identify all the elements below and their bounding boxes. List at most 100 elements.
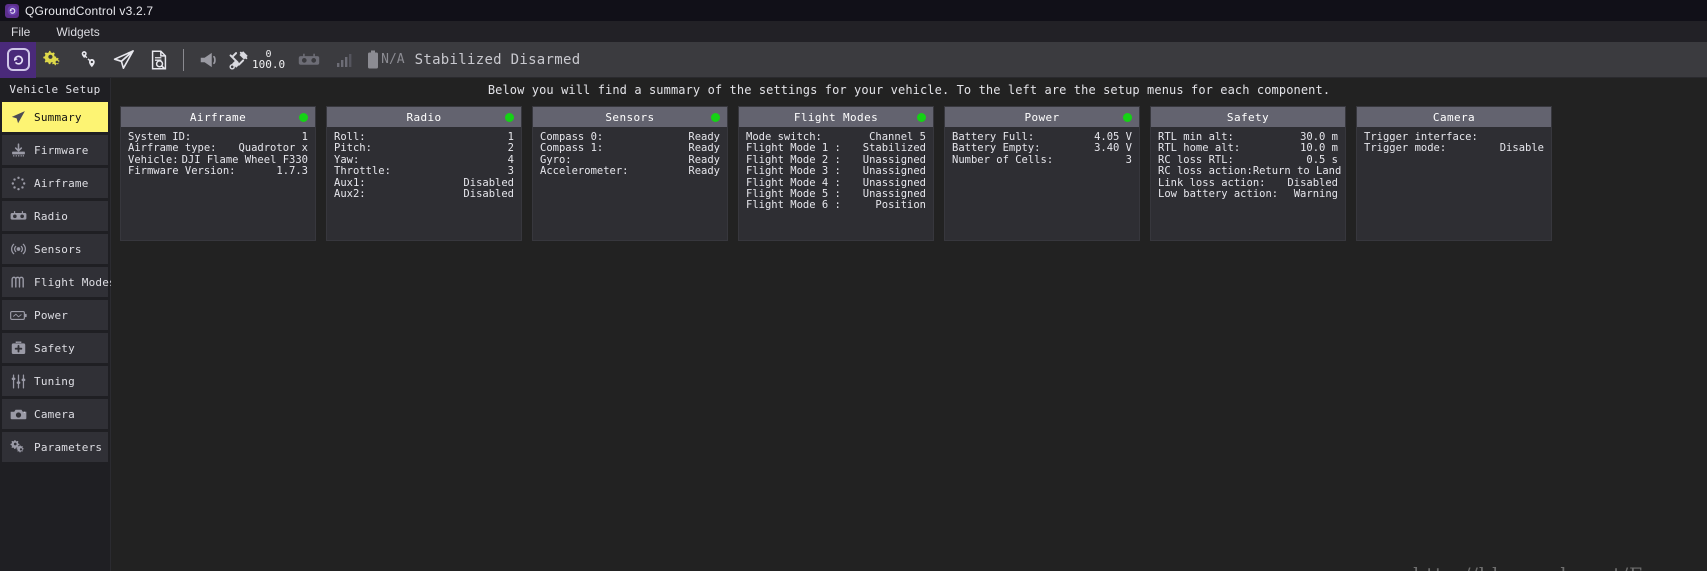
row-value: Ready — [688, 165, 720, 178]
card-header: Power — [945, 107, 1139, 127]
table-row: Aux2: Disabled — [334, 188, 514, 201]
row-key: Accelerometer: — [540, 165, 629, 178]
card-title: Sensors — [605, 110, 655, 124]
table-row: RC loss action: Return to Land — [1158, 165, 1341, 177]
sidebar-item-label: Airframe — [34, 176, 89, 190]
sidebar-item-safety[interactable]: Safety — [2, 333, 108, 363]
summary-panel: Below you will find a summary of the set… — [111, 78, 1707, 571]
row-key: Trigger mode: — [1364, 142, 1447, 155]
card-body: Trigger interface: Trigger mode: Disable — [1357, 127, 1551, 240]
sidebar-item-power[interactable]: Power — [2, 300, 108, 330]
card-title: Power — [1024, 110, 1060, 124]
card-power[interactable]: Power Battery Full: 4.05 V Battery Empty:… — [944, 106, 1140, 241]
card-header: Camera — [1357, 107, 1551, 127]
sidebar-item-label: Tuning — [34, 374, 75, 388]
card-sensors[interactable]: Sensors Compass 0: Ready Compass 1: Ready … — [532, 106, 728, 241]
sidebar-item-tuning[interactable]: Tuning — [2, 366, 108, 396]
card-body: Roll: 1 Pitch: 2 Yaw: 4 Throttle: 3 Aux1: Dis… — [327, 127, 521, 240]
toolbar-messages-megaphone-icon[interactable] — [191, 42, 226, 78]
menu-file[interactable]: File — [8, 24, 33, 40]
table-row: Firmware Version: 1.7.3 — [128, 165, 308, 178]
sidebar-item-label: Camera — [34, 407, 75, 421]
sidebar-item-parameters[interactable]: Parameters — [2, 432, 108, 462]
battery-value: N/A — [381, 52, 405, 67]
quad-rotor-icon — [10, 175, 27, 192]
table-row: Number of Cells: 3 — [952, 154, 1132, 166]
card-flight-modes[interactable]: Flight Modes Mode switch: Channel 5 Fligh… — [738, 106, 934, 241]
toolbar-signal-bars-icon[interactable] — [326, 42, 361, 78]
sidebar-item-airframe[interactable]: Airframe — [2, 168, 108, 198]
summary-cards: Airframe System ID: 1 Airframe type: Quadr… — [111, 97, 1707, 241]
status-ok-indicator — [1123, 113, 1132, 122]
sidebar-item-label: Flight Modes — [34, 275, 116, 289]
toolbar-setup-gears-icon[interactable] — [36, 42, 71, 78]
qgc-home-icon — [6, 48, 30, 71]
sidebar-item-flight-modes[interactable]: Flight Modes — [2, 267, 116, 297]
body: Vehicle Setup Summary Firmware Airframe … — [0, 78, 1707, 571]
status-ok-indicator — [711, 113, 720, 122]
card-airframe[interactable]: Airframe System ID: 1 Airframe type: Quadr… — [120, 106, 316, 241]
table-row: Pitch: 2 — [334, 142, 514, 154]
row-value: Return to Land — [1252, 165, 1342, 178]
toolbar-home-button[interactable] — [0, 41, 36, 78]
row-key: Aux2: — [334, 188, 366, 201]
toolbar-battery-status[interactable]: N/A — [367, 50, 405, 70]
card-title: Radio — [406, 110, 442, 124]
card-title: Flight Modes — [793, 110, 879, 124]
toolbar-fly-icon[interactable] — [106, 42, 141, 78]
row-key: Low battery action: — [1158, 188, 1279, 201]
toolbar-plan-icon[interactable] — [71, 42, 106, 78]
sidebar-item-label: Radio — [34, 209, 69, 223]
sidebar-item-label: Power — [34, 308, 69, 322]
gps-values: 0 100.0 — [252, 49, 286, 71]
row-value: Warning — [1293, 188, 1338, 201]
row-key: Firmware Version: — [128, 165, 236, 178]
summary-hint-text: Below you will find a summary of the set… — [487, 83, 1331, 97]
card-body: Mode switch: Channel 5 Flight Mode 1 : Sta… — [739, 127, 933, 240]
table-row: Trigger mode: Disable — [1364, 142, 1544, 155]
satellite-icon — [229, 50, 248, 70]
status-ok-indicator — [505, 113, 514, 122]
table-row: Flight Mode 3 : Unassigned — [746, 165, 926, 178]
card-camera[interactable]: Camera Trigger interface: Trigger mode: D… — [1356, 106, 1552, 241]
card-safety[interactable]: Safety RTL min alt: 30.0 m RTL home alt: 1… — [1150, 106, 1346, 241]
sidebar-item-label: Sensors — [34, 242, 82, 256]
vehicle-setup-sidebar: Vehicle Setup Summary Firmware Airframe … — [0, 78, 116, 571]
table-row: Accelerometer: Ready — [540, 165, 720, 178]
row-key: Flight Mode 3 : — [746, 165, 841, 178]
row-value: Disable — [1499, 142, 1544, 155]
toolbar-gps-status[interactable]: 0 100.0 — [226, 49, 285, 71]
toolbar-analyze-icon[interactable] — [141, 42, 176, 78]
sidebar-item-sensors[interactable]: Sensors — [2, 234, 108, 264]
title-bar: QGroundControl v3.2.7 — [0, 0, 1707, 21]
sidebar-item-label: Parameters — [34, 440, 103, 454]
menu-widgets[interactable]: Widgets — [53, 24, 102, 40]
sliders-icon — [10, 373, 27, 390]
qgroundcontrol-window: QGroundControl v3.2.7 File Widgets 0 100… — [0, 0, 1707, 571]
sidebar-title: Vehicle Setup — [9, 83, 101, 96]
toolbar-rc-transmitter-icon[interactable] — [291, 42, 326, 78]
sidebar-item-firmware[interactable]: Firmware — [2, 135, 108, 165]
status-ok-indicator — [917, 113, 926, 122]
row-key: Throttle: — [334, 165, 391, 178]
paper-plane-icon — [10, 109, 27, 126]
card-header: Radio — [327, 107, 521, 127]
battery-icon — [10, 307, 27, 324]
toolbar-divider — [183, 48, 184, 71]
sidebar-item-camera[interactable]: Camera — [2, 399, 108, 429]
card-radio[interactable]: Radio Roll: 1 Pitch: 2 Yaw: 4 Throttle: 3 Au… — [326, 106, 522, 241]
table-row: Low battery action: Warning — [1158, 188, 1338, 201]
sidebar-item-radio[interactable]: Radio — [2, 201, 108, 231]
card-body: Battery Full: 4.05 V Battery Empty: 3.40 V… — [945, 127, 1139, 240]
sidebar-item-label: Firmware — [34, 143, 89, 157]
window-title: QGroundControl v3.2.7 — [25, 3, 154, 18]
gps-hdop: 100.0 — [252, 57, 286, 71]
card-body: RTL min alt: 30.0 m RTL home alt: 10.0 m R… — [1151, 127, 1345, 240]
vehicle-status-text: Stabilized Disarmed — [414, 51, 581, 68]
card-header: Sensors — [533, 107, 727, 127]
main-toolbar: 0 100.0 N/A Stabilized Disarmed — [0, 41, 1707, 78]
sidebar-item-summary[interactable]: Summary — [2, 102, 108, 132]
card-title: Airframe — [189, 110, 247, 124]
battery-icon — [368, 50, 379, 68]
status-ok-indicator — [299, 113, 308, 122]
